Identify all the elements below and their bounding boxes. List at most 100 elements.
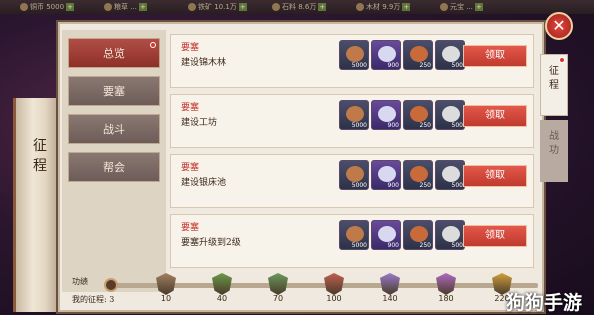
claim-button[interactable]: 领取 [463,225,527,247]
task-category: 要塞 [181,43,200,53]
plus-icon[interactable]: + [238,3,247,11]
merit-label: 功绩 [72,277,88,286]
category-tab[interactable]: 要塞 [68,76,160,106]
left-scroll: 征程 [13,98,61,312]
reward-qty: 5000 [351,242,367,249]
reward-qty: 500 [451,62,463,69]
reward-item[interactable]: 5000 [339,220,369,250]
milestone-value: 10 [160,294,172,303]
reward-qty: 250 [419,242,431,249]
reward-item[interactable]: 900 [371,100,401,130]
notification-dot-icon [150,42,156,48]
progress-footer: 功绩 我的征程: 3 10 40 70 100 140 180 220 [64,272,538,312]
claim-button[interactable]: 领取 [463,105,527,127]
progress-knob [104,278,118,292]
close-button[interactable]: ✕ [545,12,573,40]
reward-qty: 500 [451,242,463,249]
crystal-icon [378,166,396,182]
task-row: 要塞建设工坊 5000 900 250 500 领取 [170,94,534,148]
side-tab[interactable]: 战功 [540,120,568,182]
reward-item[interactable]: 900 [371,160,401,190]
milestone-chest-icon[interactable] [156,273,176,295]
gold-icon [440,3,448,11]
resource-item: 铜币 5000 + [20,2,94,12]
reward-item[interactable]: 250 [403,100,433,130]
task-name: 要塞升级到2级 [181,238,241,248]
milestone-chest-icon[interactable] [324,273,344,295]
task-category: 要塞 [181,223,200,233]
meat-icon [346,166,364,182]
claim-button[interactable]: 领取 [463,165,527,187]
iron-icon [188,3,196,11]
resource-text: 铜币 5000 [30,3,65,11]
reward-item[interactable]: 500 [435,100,465,130]
side-tab[interactable]: 征程 [540,54,568,116]
wood-log-icon [410,46,428,62]
silver-ingot-icon [442,226,460,242]
reward-qty: 250 [419,182,431,189]
milestone-chest-icon[interactable] [380,273,400,295]
reward-item[interactable]: 250 [403,40,433,70]
resource-text: 木材 9.9万 [366,3,401,11]
milestone-chest-icon[interactable] [268,273,288,295]
task-category: 要塞 [181,103,200,113]
wood-log-icon [410,106,428,122]
side-tab-label: 战功 [549,131,559,156]
task-name: 建设锦木林 [181,58,227,68]
my-progress-label: 我的征程: 3 [72,295,115,304]
reward-qty: 500 [451,182,463,189]
task-name: 建设工坊 [181,118,218,128]
category-tab[interactable]: 战斗 [68,114,160,144]
plus-icon[interactable]: + [66,3,75,11]
reward-item[interactable]: 500 [435,220,465,250]
reward-item[interactable]: 5000 [339,40,369,70]
reward-item[interactable]: 5000 [339,160,369,190]
meat-icon [346,226,364,242]
reward-qty: 900 [387,242,399,249]
resource-text: 元宝 ... [450,3,473,11]
notification-dot-icon [559,57,565,63]
silver-ingot-icon [442,106,460,122]
plus-icon[interactable]: + [402,3,411,11]
reward-qty: 5000 [351,62,367,69]
resource-bar: 铜币 5000 + 粮草 ... + 铁矿 10.1万 + 石料 8.6万 + 木材 9.9万 +… [0,0,594,14]
reward-qty: 250 [419,122,431,129]
task-category: 要塞 [181,163,200,173]
plus-icon[interactable]: + [474,3,483,11]
resource-text: 石料 8.6万 [282,3,317,11]
milestone-chest-icon[interactable] [436,273,456,295]
reward-qty: 500 [451,122,463,129]
milestone-chest-icon[interactable] [212,273,232,295]
reward-item[interactable]: 5000 [339,100,369,130]
reward-item[interactable]: 900 [371,220,401,250]
task-name: 建设银床池 [181,178,227,188]
wood-log-icon [410,166,428,182]
meat-icon [346,46,364,62]
copper-coin-icon [20,3,28,11]
category-label: 要塞 [103,85,125,98]
plus-icon[interactable]: + [138,3,147,11]
milestone-value: 180 [438,294,454,303]
reward-item[interactable]: 250 [403,160,433,190]
reward-qty: 5000 [351,122,367,129]
resource-item: 铁矿 10.1万 + [188,2,262,12]
reward-item[interactable]: 900 [371,40,401,70]
scroll-title: 征程 [33,138,47,174]
milestone-value: 40 [216,294,228,303]
reward-item[interactable]: 250 [403,220,433,250]
crystal-icon [378,46,396,62]
reward-item[interactable]: 500 [435,160,465,190]
milestone-value: 100 [326,294,342,303]
category-sidebar: 总览 要塞 战斗 帮会 [62,30,166,292]
task-row: 要塞要塞升级到2级 5000 900 250 500 领取 [170,214,534,268]
category-tab[interactable]: 帮会 [68,152,160,182]
crystal-icon [378,106,396,122]
category-tab[interactable]: 总览 [68,38,160,68]
task-row: 要塞建设锦木林 5000 900 250 500 领取 [170,34,534,88]
plus-icon[interactable]: + [318,3,327,11]
wood-icon [356,3,364,11]
reward-item[interactable]: 500 [435,40,465,70]
grain-icon [104,3,112,11]
claim-button[interactable]: 领取 [463,45,527,67]
wood-log-icon [410,226,428,242]
